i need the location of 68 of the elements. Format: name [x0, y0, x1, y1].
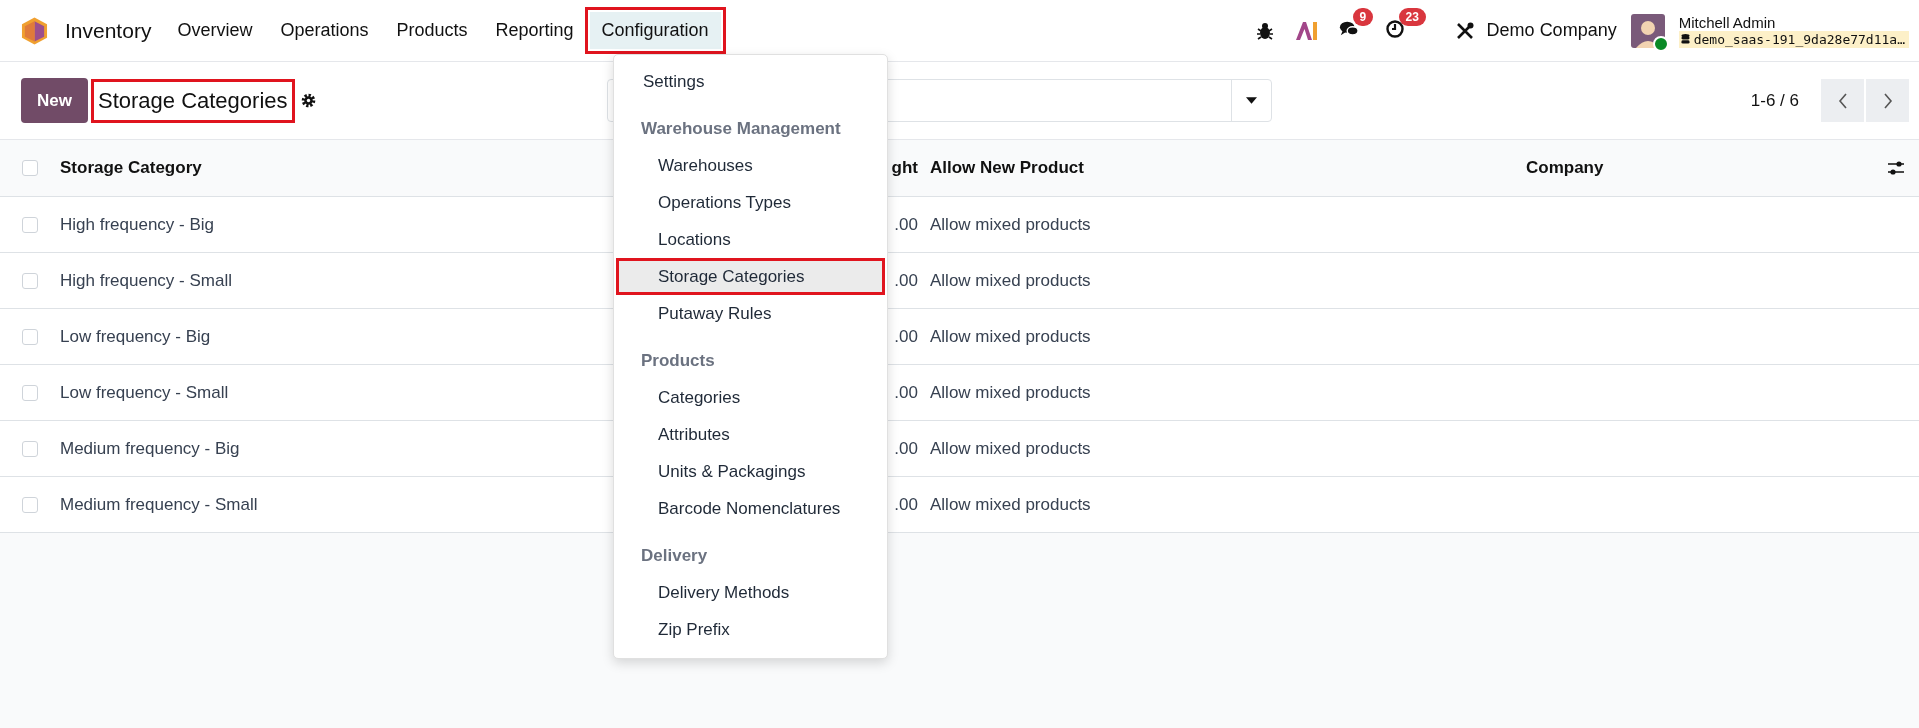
menu-item[interactable]: Reporting: [483, 12, 586, 49]
user-avatar[interactable]: [1630, 13, 1665, 48]
menu-section-header: Products: [640, 350, 716, 372]
table-cell-text: Allow mixed products: [930, 494, 1092, 515]
app-logo-icon[interactable]: [21, 15, 48, 46]
row-checkbox[interactable]: [22, 216, 38, 233]
table-cell-text: Allow mixed products: [930, 438, 1092, 459]
gear-icon[interactable]: [299, 92, 317, 109]
page-title: Storage Categories: [93, 81, 292, 120]
column-header[interactable]: Allow New Product: [930, 158, 1526, 178]
table-cell-text: .00: [893, 214, 918, 235]
ai-icon[interactable]: [1294, 20, 1319, 41]
table-cell: Low frequency - Small: [60, 382, 229, 402]
dropdown-item[interactable]: Categories: [616, 379, 885, 416]
table-cell-text: .00: [893, 438, 918, 459]
caret-icon: [1245, 97, 1257, 104]
row-checkbox[interactable]: [22, 328, 38, 345]
table-cell: High frequency - Small: [60, 270, 232, 290]
menu-item[interactable]: Products: [384, 12, 480, 49]
row-checkbox[interactable]: [22, 272, 38, 289]
clock-icon[interactable]: [1384, 18, 1405, 39]
column-settings-icon[interactable]: [1887, 160, 1905, 176]
dropdown-item[interactable]: Settings: [616, 63, 885, 100]
dropdown-item[interactable]: Zip Prefix: [616, 611, 885, 648]
table-cell-text: .00: [893, 382, 918, 403]
pager-value[interactable]: 1-6 / 6: [1750, 90, 1799, 111]
menu-section-header: Delivery: [640, 545, 709, 567]
row-checkbox[interactable]: [22, 384, 38, 401]
bug-icon[interactable]: [1254, 20, 1275, 41]
table-cell: Medium frequency - Big: [60, 438, 240, 458]
dropdown-item[interactable]: Putaway Rules: [616, 295, 885, 332]
dropdown-item[interactable]: Units & Packagings: [616, 453, 885, 490]
database-tag: demo_saas-191_9da28e77d11a…: [1678, 30, 1909, 48]
column-header[interactable]: Company: [1526, 158, 1826, 178]
column-header[interactable]: Storage Category: [60, 158, 202, 177]
notification-badge: 23: [1398, 7, 1426, 26]
dropdown-item[interactable]: Storage Categories: [616, 258, 885, 295]
tools-icon[interactable]: [1454, 20, 1475, 41]
table-cell-text: Allow mixed products: [930, 326, 1092, 347]
table-cell-text: .00: [893, 494, 918, 515]
table-cell-text: .00: [893, 326, 918, 347]
dropdown-item[interactable]: Locations: [616, 221, 885, 258]
table-cell: High frequency - Big: [60, 214, 215, 234]
app-name[interactable]: Inventory: [65, 18, 152, 43]
menu-section-header: Warehouse Management: [640, 118, 842, 140]
chevron-left-icon: [1837, 92, 1848, 109]
database-icon: [1680, 33, 1690, 45]
new-button[interactable]: New: [21, 78, 88, 123]
notification-badge: 9: [1352, 7, 1374, 26]
row-checkbox[interactable]: [22, 440, 38, 457]
dropdown-item[interactable]: Operations Types: [616, 184, 885, 221]
menu-item[interactable]: Operations: [268, 12, 381, 49]
row-checkbox[interactable]: [22, 496, 38, 513]
dropdown-item[interactable]: Barcode Nomenclatures: [616, 490, 885, 527]
table-cell: Medium frequency - Small: [60, 494, 258, 514]
table-cell-text: Allow mixed products: [930, 214, 1092, 235]
table-cell-text: .00: [893, 270, 918, 291]
table-cell-text: Allow mixed products: [930, 382, 1092, 403]
chevron-right-icon: [1882, 92, 1893, 109]
menu-item[interactable]: Overview: [165, 12, 265, 49]
dropdown-item[interactable]: Warehouses: [616, 147, 885, 184]
table-cell-text: Allow mixed products: [930, 270, 1092, 291]
user-name[interactable]: Mitchell Admin: [1678, 13, 1909, 31]
select-all-checkbox[interactable]: [22, 160, 38, 176]
dropdown-item[interactable]: Delivery Methods: [616, 574, 885, 611]
table-cell: Low frequency - Big: [60, 326, 211, 346]
dropdown-item[interactable]: Attributes: [616, 416, 885, 453]
company-switcher[interactable]: Demo Company: [1486, 20, 1617, 41]
